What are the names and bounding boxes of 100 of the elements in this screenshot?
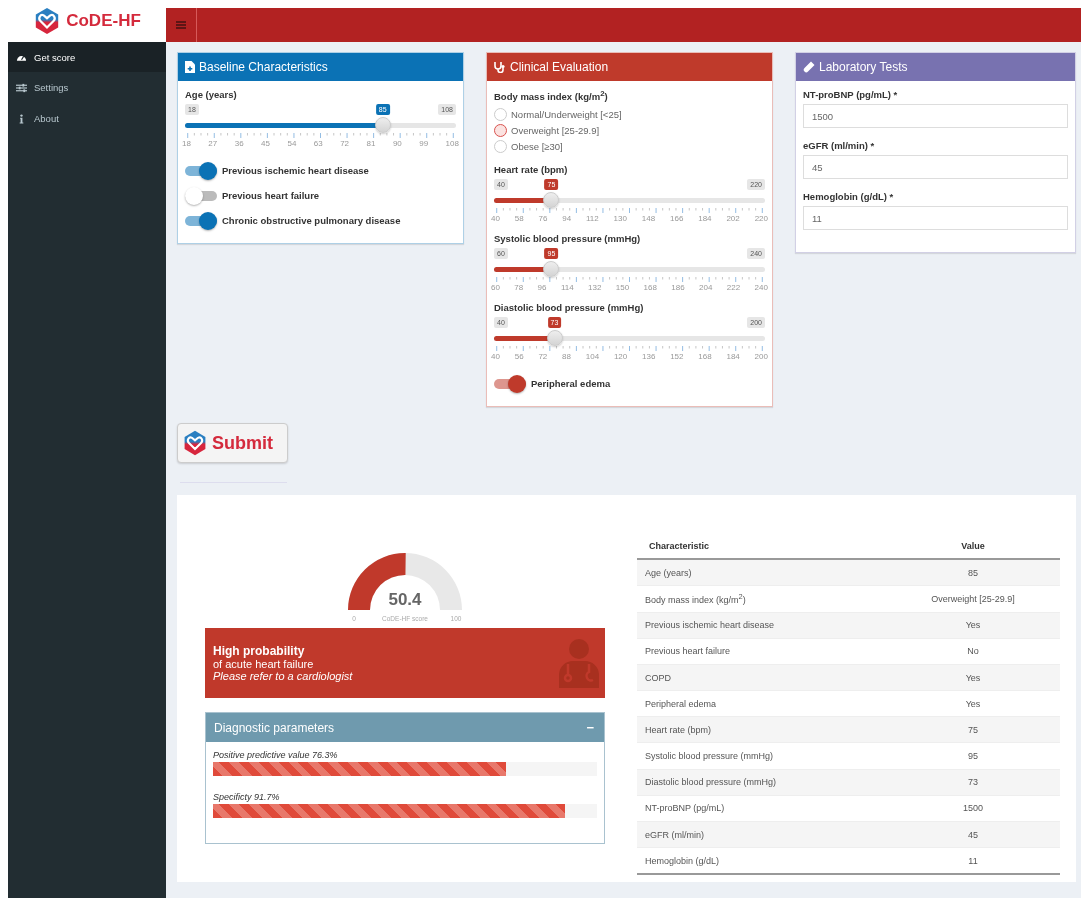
tick-label: 240: [754, 283, 768, 293]
table-cell: 45: [886, 821, 1060, 848]
slider-handle[interactable]: [374, 117, 391, 133]
stethoscope-icon: [494, 61, 506, 73]
tick-label: 166: [670, 214, 684, 224]
tick-label: 108: [445, 139, 459, 148]
tick-label: 76: [538, 214, 548, 224]
sidebar-item[interactable]: About: [8, 103, 166, 134]
tick-label: 56: [514, 352, 524, 362]
tick-label: 96: [537, 283, 547, 293]
tick-label: 114: [560, 283, 574, 293]
tick-label: 200: [754, 352, 768, 362]
field-label: Hemoglobin (g/dL) *: [803, 191, 895, 202]
tick-label: 60: [491, 283, 500, 293]
number-input[interactable]: 1500: [803, 104, 1068, 128]
app-logo-text: CoDE-HF: [66, 11, 141, 31]
radio-button[interactable]: [494, 107, 507, 121]
table-cell: eGFR (ml/min): [637, 821, 886, 848]
tick-label: 45: [261, 139, 270, 148]
table-cell: 11: [886, 847, 1060, 875]
table-cell: 75: [886, 716, 1060, 743]
toggle-switch[interactable]: [494, 374, 526, 393]
slider[interactable]: [494, 261, 765, 278]
tick-label: 132: [588, 283, 602, 293]
table-cell: Age (years): [637, 559, 886, 586]
panel-title: Baseline Characteristics: [199, 60, 328, 74]
field-label: Body mass index (kg/m$^{2}$): [494, 89, 609, 103]
slider-handle[interactable]: [546, 330, 563, 347]
tick-label: 104: [585, 352, 600, 362]
slider[interactable]: [494, 192, 765, 209]
heart-logo-icon: [182, 430, 208, 457]
toggle-switch[interactable]: [185, 161, 217, 180]
tick-label: 204: [699, 283, 713, 293]
submit-button[interactable]: Submit: [177, 423, 288, 464]
tick-label: 148: [641, 214, 656, 224]
panel-title: Diagnostic parameters: [214, 720, 335, 735]
tick-label: 63: [313, 139, 323, 148]
field-label: Systolic blood pressure (mmHg): [494, 233, 642, 245]
sidebar-item[interactable]: Settings: [8, 72, 166, 103]
tick-label: 18: [182, 139, 191, 148]
table-cell: Hemoglobin (g/dL): [637, 847, 886, 875]
number-input[interactable]: 11: [803, 206, 1068, 230]
tick-label: 202: [726, 214, 740, 224]
menu-icon: [176, 21, 186, 29]
parameter-label: Positive predictive value 76.3%: [213, 750, 339, 761]
doctor-icon: [559, 638, 599, 689]
tick-label: 120: [613, 352, 628, 362]
field-label: Age (years): [185, 89, 238, 100]
tick-label: 152: [670, 352, 684, 362]
field-label: Heart rate (bpm): [494, 164, 569, 176]
score-value: 50.4: [388, 590, 422, 610]
tick-label: 81: [366, 139, 376, 148]
alert-title: High probability: [213, 644, 306, 659]
toggle-label: Peripheral edema: [531, 378, 611, 390]
table-cell: Yes: [886, 664, 1060, 691]
number-input[interactable]: 45: [803, 155, 1068, 179]
tick-label: 72: [538, 352, 548, 362]
tick-label: 168: [643, 283, 657, 293]
radio-button[interactable]: [494, 123, 507, 137]
radio-label: Overweight [25-29.9]: [511, 124, 600, 136]
tick-label: 150: [615, 283, 630, 293]
tick-label: 184: [698, 214, 712, 224]
tick-label: 130: [613, 214, 627, 224]
tick-label: 99: [419, 139, 429, 148]
slider-handle[interactable]: [543, 192, 560, 209]
table-cell: Diastolic blood pressure (mmHg): [637, 769, 886, 796]
toggle-label: Chronic obstructive pulmonary disease: [222, 215, 401, 226]
radio-button[interactable]: [494, 139, 507, 153]
sliders-icon: [16, 82, 27, 93]
slider[interactable]: [185, 117, 456, 133]
tick-label: 36: [234, 139, 244, 148]
parameter-label: Specificty 91.7%: [213, 792, 281, 803]
toggle-label: Previous heart failure: [222, 190, 320, 201]
table-cell: COPD: [637, 664, 886, 691]
tick-label: 168: [698, 352, 712, 362]
slider[interactable]: [494, 330, 765, 347]
tick-label: 90: [392, 139, 402, 148]
alert-note: Please refer to a cardiologist: [213, 670, 353, 683]
field-label: eGFR (ml/min) *: [803, 140, 876, 151]
tick-label: 58: [514, 214, 524, 224]
table-cell: Yes: [886, 612, 1060, 639]
tick-label: 72: [340, 139, 350, 148]
test-tube-icon: [803, 61, 815, 73]
tick-label: 88: [562, 352, 571, 362]
tick-label: 40: [491, 352, 500, 362]
tick-label: 78: [514, 283, 524, 293]
tick-label: 40: [491, 214, 500, 224]
tick-label: 94: [562, 214, 572, 224]
sidebar-item[interactable]: Get score: [8, 42, 166, 72]
toggle-switch[interactable]: [185, 186, 217, 205]
radio-label: Obese [≥30]: [511, 140, 563, 152]
toggle-switch[interactable]: [185, 211, 217, 230]
tick-label: 27: [208, 139, 218, 148]
field-label: Diastolic blood pressure (mmHg): [494, 302, 645, 314]
tick-label: 184: [726, 352, 740, 362]
slider-handle[interactable]: [543, 261, 560, 278]
toggle-label: Previous ischemic heart disease: [222, 165, 369, 176]
alert-text: of acute heart failure: [213, 658, 315, 671]
table-cell: 73: [886, 769, 1060, 796]
table-cell: 85: [886, 559, 1060, 586]
